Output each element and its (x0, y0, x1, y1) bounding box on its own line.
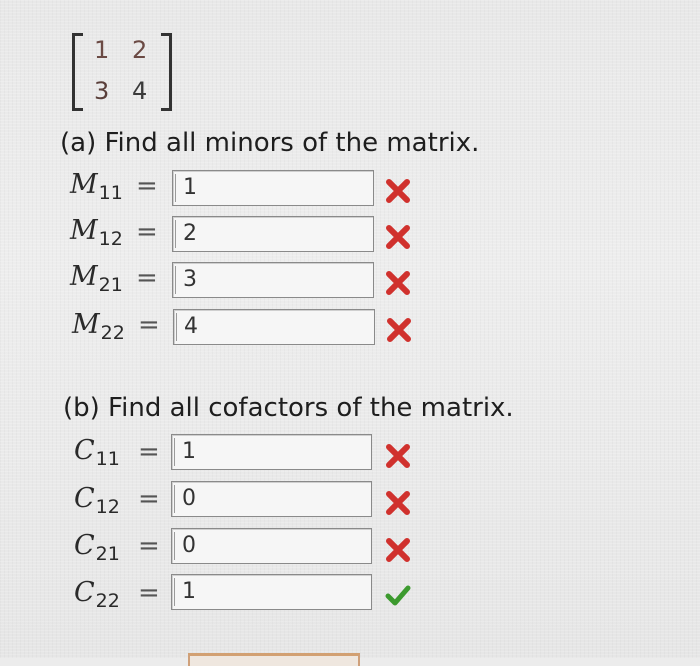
minor-label-m11: M11 (70, 169, 123, 204)
equals-sign: = (138, 484, 160, 514)
equals-sign: = (136, 217, 158, 247)
part-a-heading: (a) Find all minors of the matrix. (60, 128, 480, 158)
matrix-left-bracket (72, 33, 83, 111)
minor-row-m22: M22 = 4 (0, 305, 700, 349)
equals-sign: = (136, 263, 158, 293)
cofactor-input-c21[interactable]: 0 (171, 528, 372, 564)
equals-sign: = (138, 437, 160, 467)
minor-label-m12: M12 (70, 215, 123, 250)
cofactor-label-c12: C12 (74, 483, 120, 518)
matrix-entry-r2c1: 3 (94, 77, 110, 105)
minor-row-m11: M11 = 1 (0, 166, 700, 210)
cofactor-row-c22: C22 = 1 (0, 570, 700, 614)
minor-row-m12: M12 = 2 (0, 212, 700, 256)
x-mark-icon (386, 179, 410, 203)
cofactor-row-c21: C21 = 0 (0, 524, 700, 568)
minor-input-m11[interactable]: 1 (172, 170, 374, 206)
x-mark-icon (386, 225, 410, 249)
minor-label-m22: M22 (72, 309, 125, 344)
cofactor-row-c11: C11 = 1 (0, 430, 700, 474)
minor-input-m22[interactable]: 4 (173, 309, 375, 345)
equals-sign: = (136, 171, 158, 201)
cofactor-label-c22: C22 (74, 577, 120, 612)
cofactor-row-c12: C12 = 0 (0, 477, 700, 521)
cofactor-input-c11[interactable]: 1 (171, 434, 372, 470)
equals-sign: = (138, 578, 160, 608)
x-mark-icon (387, 318, 411, 342)
cofactor-label-c21: C21 (74, 530, 120, 565)
cofactor-input-c22[interactable]: 1 (171, 574, 372, 610)
x-mark-icon (386, 538, 410, 562)
given-matrix: 1 2 3 4 (72, 33, 172, 111)
minor-input-m12[interactable]: 2 (172, 216, 374, 252)
part-b-heading: (b) Find all cofactors of the matrix. (63, 393, 514, 423)
equals-sign: = (138, 531, 160, 561)
cofactor-label-c11: C11 (74, 435, 120, 470)
equals-sign: = (138, 310, 160, 340)
cofactor-input-c12[interactable]: 0 (171, 481, 372, 517)
submit-button-edge[interactable] (188, 653, 360, 666)
matrix-entry-r1c2: 2 (132, 36, 148, 64)
matrix-entry-r2c2: 4 (132, 77, 148, 105)
x-mark-icon (386, 444, 410, 468)
minor-label-m21: M21 (70, 261, 123, 296)
check-mark-icon (385, 585, 411, 606)
x-mark-icon (386, 271, 410, 295)
question-panel: 1 2 3 4 (a) Find all minors of the matri… (0, 0, 700, 666)
matrix-entry-r1c1: 1 (94, 36, 110, 64)
minor-input-m21[interactable]: 3 (172, 262, 374, 298)
x-mark-icon (386, 491, 410, 515)
matrix-right-bracket (161, 33, 172, 111)
minor-row-m21: M21 = 3 (0, 258, 700, 302)
